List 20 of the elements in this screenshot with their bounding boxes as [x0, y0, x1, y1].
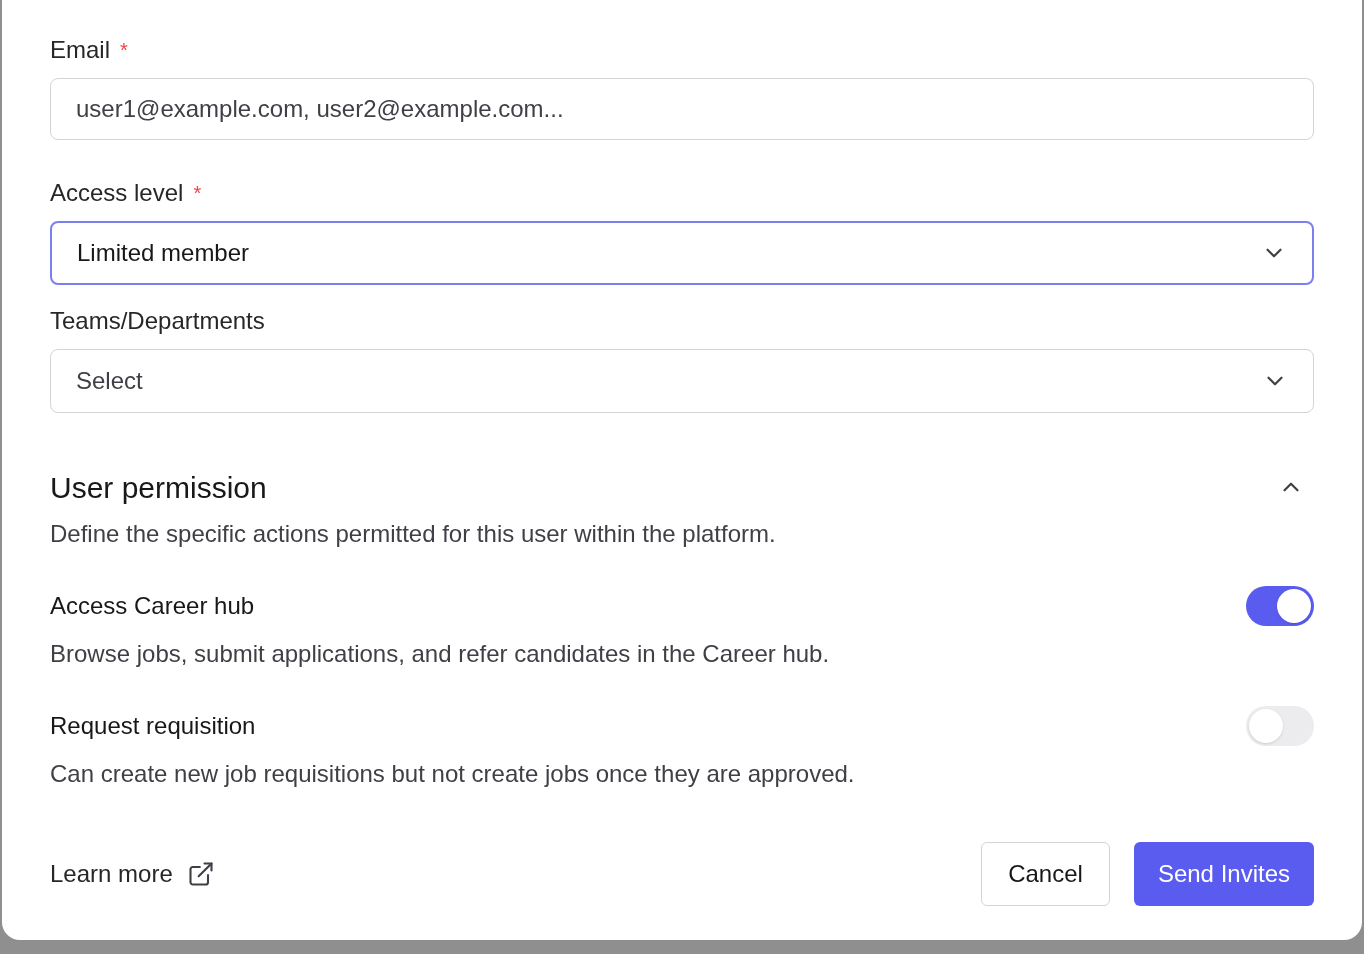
toggle-switch[interactable] [1246, 706, 1314, 746]
section-title: User permission [50, 469, 267, 506]
cancel-button[interactable]: Cancel [981, 842, 1110, 906]
select-field[interactable]: Limited member [50, 221, 1314, 285]
external-link-icon [186, 860, 215, 888]
learn-more-link[interactable]: Learn more [50, 856, 215, 892]
send-invites-button[interactable]: Send Invites [1133, 842, 1314, 906]
toggle-switch[interactable] [1246, 586, 1314, 626]
select-field[interactable]: Select [50, 349, 1314, 413]
permission-description: Browse jobs, submit applications, and refer candidates in the Career hub. [50, 639, 831, 669]
section-description: Define the specific actions permitted for this user within the platform. [50, 519, 777, 549]
permission-title: Access Career hub [50, 591, 255, 621]
required-mark: * [120, 38, 128, 63]
field-label: Teams/Departments [50, 306, 265, 336]
field-label: Email [50, 35, 110, 65]
required-mark: * [193, 181, 202, 206]
permission-description: Can create new job requisitions but not create jobs once they are approved. [50, 759, 856, 789]
email-field[interactable]: user1@example.com, user2@example.com... [50, 78, 1314, 140]
field-label: Access level [50, 178, 184, 208]
permission-title: Request requisition [50, 711, 256, 741]
